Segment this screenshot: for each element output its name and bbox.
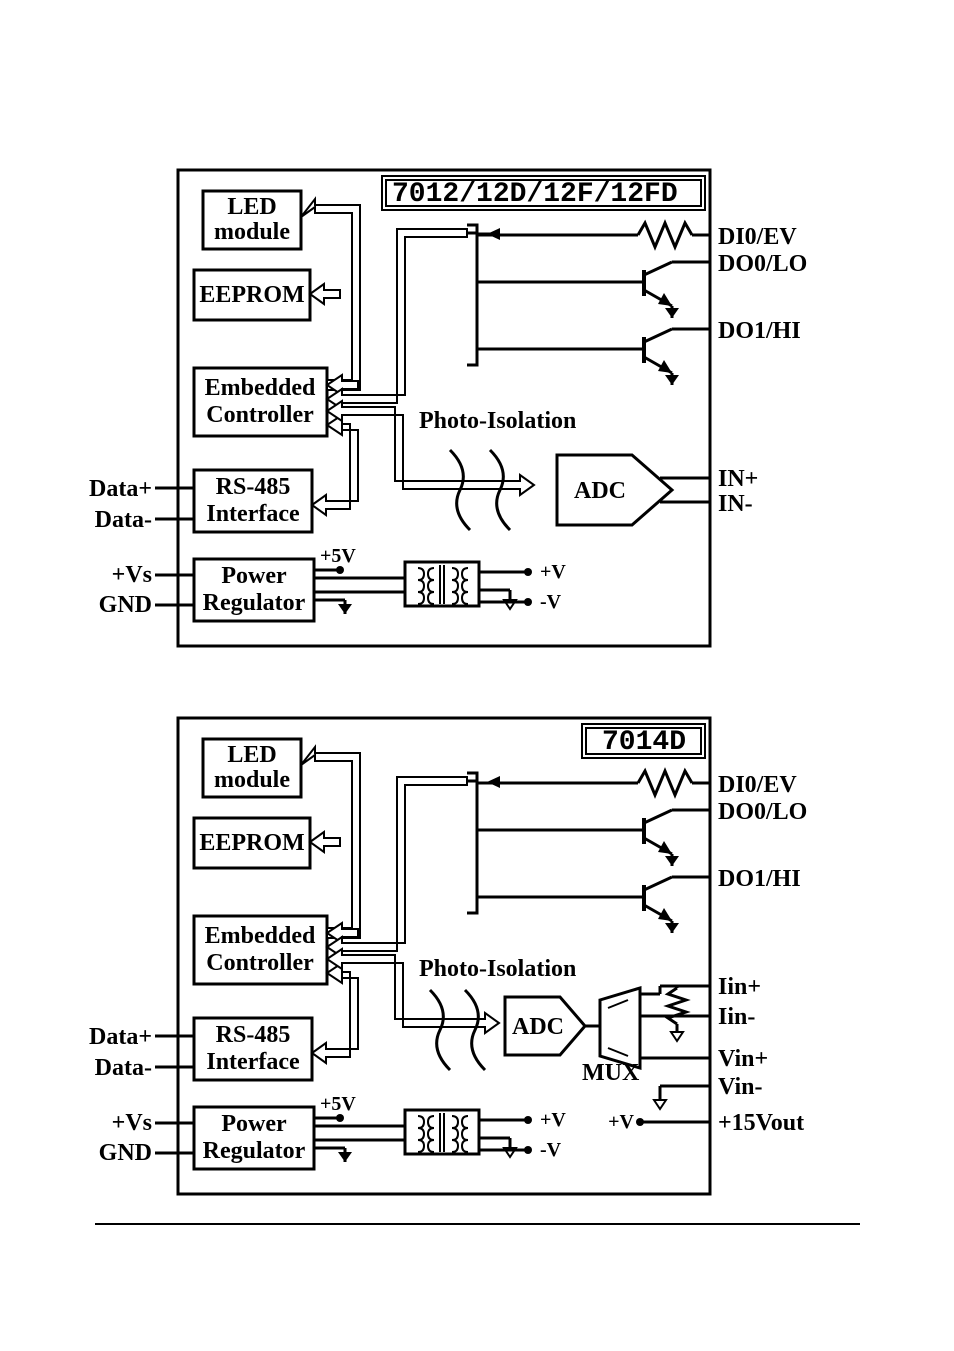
mux-label: MUX [582,1060,640,1086]
diagrams-svg: 7012/12D/12F/12FD LED module EEPROM Embe… [0,0,954,1351]
p5v-label: +5V [320,545,356,567]
led-label-1: LED [227,742,276,768]
eeprom-label: EEPROM [199,282,304,308]
vp-label: +V [540,1109,566,1131]
iinn-label: Iin- [718,1004,755,1030]
power-label-1: Power [221,1111,287,1137]
embedded-label-2: Controller [206,950,314,976]
gnd-label: GND [99,1140,152,1166]
vinn-label: Vin- [718,1074,762,1100]
mux-block [600,988,640,1068]
led-label-2: module [214,219,290,245]
rs485-label-1: RS-485 [216,1022,291,1048]
rs485-label-1: RS-485 [216,474,291,500]
gnd-label: GND [99,592,152,618]
iinp-label: Iin+ [718,974,761,1000]
adc-label: ADC [574,478,626,504]
led-label-1: LED [227,194,276,220]
photo-label: Photo-Isolation [419,408,576,434]
do0-label: DO0/LO [718,251,807,277]
title-label: 7012/12D/12F/12FD [392,179,678,210]
ground-icon [338,604,352,614]
vplus-label: +V [608,1111,634,1133]
resistor-icon [668,988,686,1024]
npn-transistor-icon [477,262,710,318]
do1-label: DO1/HI [718,318,801,344]
ground-icon [654,1100,666,1109]
npn-transistor-icon [477,810,710,866]
rs485-label-2: Interface [206,1049,300,1075]
rs485-label-2: Interface [206,501,300,527]
photo-label: Photo-Isolation [419,956,576,982]
inn-label: IN- [718,491,753,517]
data-plus-label: Data+ [89,1024,152,1050]
embedded-label-2: Controller [206,402,314,428]
vn-label: -V [540,591,562,613]
p5v-label: +5V [320,1093,356,1115]
di0-label: DI0/EV [718,224,797,250]
npn-transistor-icon [477,329,710,385]
power-label-2: Regulator [203,590,306,616]
vn-label: -V [540,1139,562,1161]
embedded-label-1: Embedded [205,375,316,401]
inp-label: IN+ [718,466,758,492]
resistor-icon [638,771,692,795]
di0-label: DI0/EV [718,772,797,798]
vp-label: +V [540,561,566,583]
resistor-icon [638,223,692,247]
title-label: 7014D [602,727,686,758]
power-label-2: Regulator [203,1138,306,1164]
diagram-7014d: 7014D LED module EEPROM Embedded Control… [89,718,807,1194]
vinp-label: Vin+ [718,1046,768,1072]
do0-label: DO0/LO [718,799,807,825]
data-plus-label: Data+ [89,476,152,502]
data-minus-label: Data- [95,507,152,533]
power-label-1: Power [221,563,287,589]
diagram-7012: 7012/12D/12F/12FD LED module EEPROM Embe… [89,170,807,646]
eeprom-label: EEPROM [199,830,304,856]
ground-icon [671,1032,683,1041]
vs-label: +Vs [112,562,152,588]
vs-label: +Vs [112,1110,152,1136]
embedded-label-1: Embedded [205,923,316,949]
v15out-label: +15Vout [718,1110,804,1136]
data-minus-label: Data- [95,1055,152,1081]
do1-label: DO1/HI [718,866,801,892]
led-label-2: module [214,767,290,793]
adc-label: ADC [512,1014,564,1040]
npn-transistor-icon [477,877,710,933]
ground-icon [338,1152,352,1162]
